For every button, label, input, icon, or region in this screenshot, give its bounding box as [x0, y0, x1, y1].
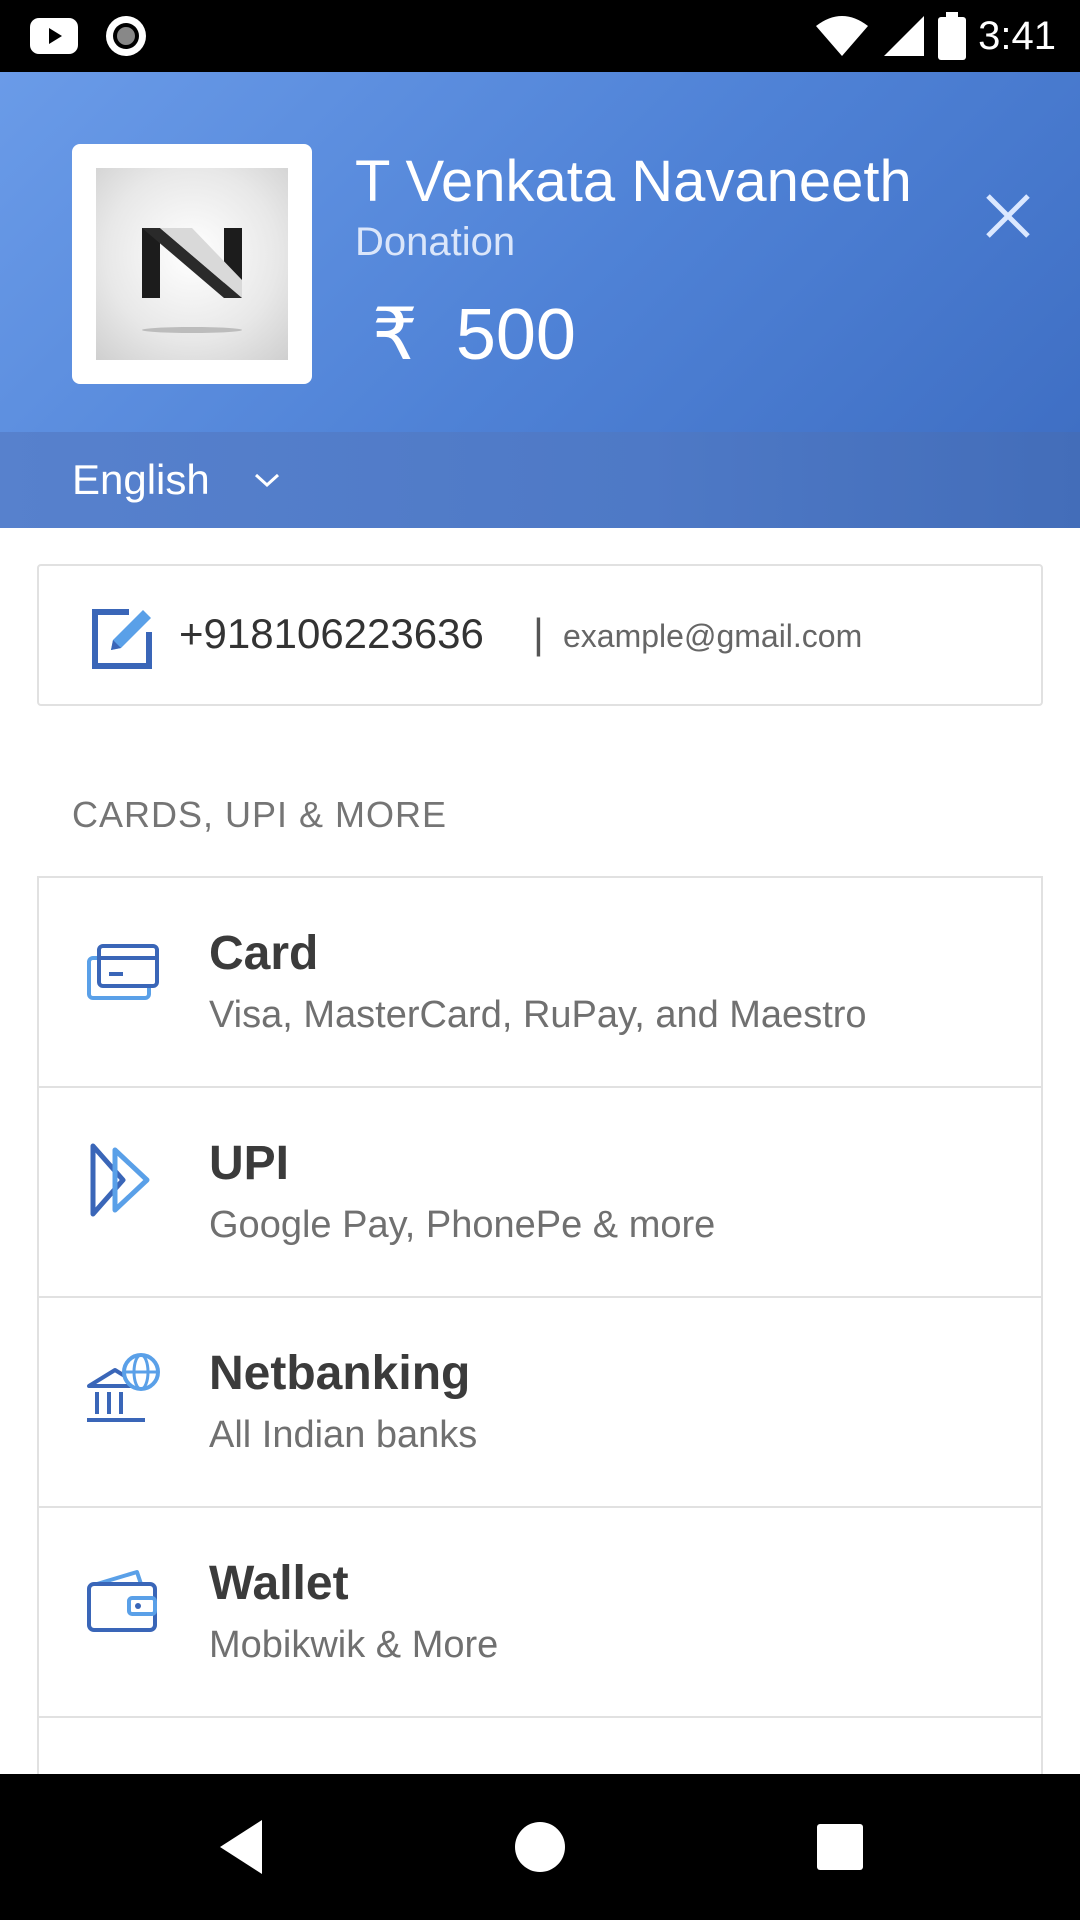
edit-icon [92, 609, 152, 669]
method-title: Card [209, 927, 319, 980]
method-subtitle: Google Pay, PhonePe & more [209, 1204, 716, 1246]
checkout-body: +918106223636 | example@gmail.com CARDS,… [0, 528, 1080, 1774]
upi-icon [90, 1143, 150, 1217]
merchant-logo-n-icon [142, 228, 242, 333]
payment-methods-list: Card Visa, MasterCard, RuPay, and Maestr… [37, 876, 1043, 1774]
record-icon [106, 16, 146, 56]
card-icon [87, 944, 159, 1000]
wallet-icon [87, 1570, 157, 1632]
close-icon [986, 194, 1030, 238]
merchant-logo-image [96, 168, 288, 360]
signal-icon [884, 16, 925, 56]
payment-method-card[interactable]: Card Visa, MasterCard, RuPay, and Maestr… [39, 878, 1041, 1088]
back-icon[interactable] [206, 1812, 276, 1882]
method-title: Netbanking [209, 1347, 471, 1400]
contact-separator: | [533, 610, 544, 657]
payment-method-upi[interactable]: UPI Google Pay, PhonePe & more [39, 1088, 1041, 1298]
amount-value: 500 [455, 295, 576, 375]
close-button[interactable] [982, 190, 1034, 242]
language-bar: English [0, 432, 1080, 528]
payment-amount: ₹ 500 [372, 292, 576, 376]
method-subtitle: Visa, MasterCard, RuPay, and Maestro [209, 994, 867, 1036]
navigation-bar [0, 1774, 1080, 1920]
checkout-header: T Venkata Navaneeth Donation ₹ 500 [0, 72, 1080, 432]
bank-icon [87, 1353, 160, 1422]
recents-icon[interactable] [805, 1812, 875, 1882]
method-subtitle: All Indian banks [209, 1414, 478, 1456]
wifi-icon [816, 16, 869, 56]
payment-description: Donation [355, 220, 516, 264]
status-bar: 3:41 [0, 0, 1080, 72]
payment-method-more[interactable] [39, 1718, 1041, 1774]
battery-icon [938, 12, 967, 60]
payment-method-netbanking[interactable]: Netbanking All Indian banks [39, 1298, 1041, 1508]
contact-details[interactable]: +918106223636 | example@gmail.com [37, 564, 1043, 706]
language-selector[interactable]: English [72, 454, 280, 506]
section-title: CARDS, UPI & MORE [72, 794, 448, 835]
method-subtitle: Mobikwik & More [209, 1624, 499, 1666]
method-title: Wallet [209, 1557, 349, 1610]
language-label: English [72, 456, 210, 503]
merchant-name: T Venkata Navaneeth [355, 149, 912, 214]
merchant-logo [72, 144, 312, 384]
home-icon[interactable] [505, 1812, 575, 1882]
contact-phone: +918106223636 [179, 610, 484, 657]
contact-email: example@gmail.com [563, 618, 863, 654]
status-time: 3:41 [978, 14, 1056, 58]
youtube-icon [30, 18, 78, 54]
currency-symbol: ₹ [372, 295, 418, 375]
status-left-icons [30, 14, 148, 58]
chevron-down-icon [254, 473, 279, 488]
payment-method-wallet[interactable]: Wallet Mobikwik & More [39, 1508, 1041, 1718]
method-title: UPI [209, 1137, 290, 1190]
status-right-icons: 3:41 [814, 8, 1056, 64]
